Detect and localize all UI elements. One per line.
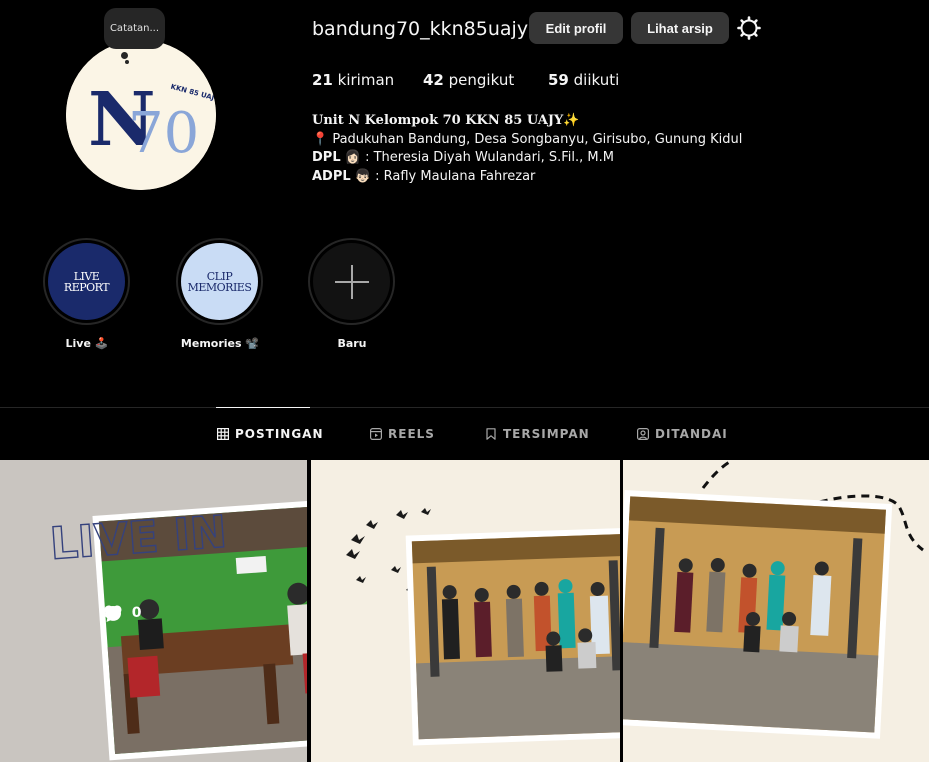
dpl-label: DPL xyxy=(312,150,341,165)
bio-location: Padukuhan Bandung, Desa Songbanyu, Giris… xyxy=(332,131,743,147)
posts-label: kiriman xyxy=(337,71,395,89)
tab-tagged[interactable]: DITANDAI xyxy=(637,427,728,441)
memories-line1: CLIP xyxy=(206,269,233,283)
comments-stat: 0 xyxy=(105,605,142,622)
tab-label: TERSIMPAN xyxy=(503,427,590,441)
highlight-ring: CLIP MEMORIES xyxy=(176,238,263,325)
highlight-label: Live 🕹️ xyxy=(65,337,109,350)
note-dot-small xyxy=(125,60,129,64)
tab-label: DITANDAI xyxy=(655,427,728,441)
note-dot xyxy=(121,52,128,59)
following-stat[interactable]: 59 diikuti xyxy=(548,71,619,89)
tab-saved[interactable]: TERSIMPAN xyxy=(485,427,590,441)
gear-icon[interactable] xyxy=(737,16,761,40)
sparkle-emoji: ✨ xyxy=(563,113,580,128)
tab-label: REELS xyxy=(388,427,435,441)
comment-icon xyxy=(105,606,121,622)
highlight-live[interactable]: LIVE REPORT Live 🕹️ xyxy=(43,238,131,350)
post-image: LIVE IN xyxy=(0,460,307,762)
tab-reels[interactable]: REELS xyxy=(370,427,435,441)
followers-count: 42 xyxy=(423,71,444,89)
posts-grid: LIVE IN 3 0 xyxy=(0,460,929,762)
dpl-name: : Theresia Diyah Wulandari, S.Fil., M.M xyxy=(365,150,614,165)
view-archive-button[interactable]: Lihat arsip xyxy=(631,12,729,44)
highlight-label: Memories 📽️ xyxy=(180,337,260,350)
bookmark-icon xyxy=(486,428,496,440)
grid-icon xyxy=(217,428,229,440)
adpl-emoji: 👦🏻 xyxy=(354,168,371,184)
tabs-divider xyxy=(0,407,929,408)
bio-dpl-line: DPL 👩🏻 : Theresia Diyah Wulandari, S.Fil… xyxy=(312,149,742,168)
followers-label: pengikut xyxy=(448,71,515,89)
bio-adpl-line: ADPL 👦🏻 : Rafly Maulana Fahrezar xyxy=(312,168,742,187)
plus-icon xyxy=(313,243,390,320)
posts-count: 21 xyxy=(312,71,333,89)
bio-location-line: 📍 Padukuhan Bandung, Desa Songbanyu, Gir… xyxy=(312,131,742,150)
followers-stat[interactable]: 42 pengikut xyxy=(423,71,514,89)
live-line2: REPORT xyxy=(63,280,110,294)
post-image xyxy=(623,460,929,762)
note-text: Catatan... xyxy=(104,8,165,49)
profile-bio: Unit N Kelompok 70 KKN 85 UAJY✨ 📍 Paduku… xyxy=(312,112,742,186)
reels-icon xyxy=(370,428,382,440)
adpl-label: ADPL xyxy=(312,168,351,184)
memories-line2: MEMORIES xyxy=(187,280,252,294)
highlight-new[interactable]: Baru xyxy=(308,238,396,350)
post-thumbnail[interactable] xyxy=(623,460,929,762)
note-bubble[interactable]: Catatan... xyxy=(104,8,165,64)
highlight-label: Baru xyxy=(337,337,367,350)
post-thumbnail[interactable]: LIVE IN 3 0 xyxy=(0,460,307,762)
post-image xyxy=(311,460,620,762)
live-line1: LIVE xyxy=(73,269,100,283)
bio-title-line: Unit N Kelompok 70 KKN 85 UAJY✨ xyxy=(312,112,742,131)
dpl-emoji: 👩🏻 xyxy=(344,150,361,165)
highlight-cover: LIVE REPORT xyxy=(48,243,125,320)
tab-label: POSTINGAN xyxy=(235,427,324,441)
following-count: 59 xyxy=(548,71,569,89)
active-tab-indicator xyxy=(216,407,310,408)
highlight-memories[interactable]: CLIP MEMORIES Memories 📽️ xyxy=(176,238,264,350)
highlight-cover: CLIP MEMORIES xyxy=(181,243,258,320)
post-hover-stats: 3 0 xyxy=(104,605,142,622)
post-thumbnail[interactable] xyxy=(311,460,620,762)
bio-title: Unit N Kelompok 70 KKN 85 UAJY xyxy=(312,113,564,128)
posts-stat: 21 kiriman xyxy=(312,71,394,89)
edit-profile-button[interactable]: Edit profil xyxy=(529,12,623,44)
tagged-icon xyxy=(637,428,649,440)
avatar[interactable]: N 70 KKN 85 UAJY xyxy=(66,40,216,190)
avatar-logo: N 70 KKN 85 UAJY xyxy=(66,40,216,190)
following-label: diikuti xyxy=(573,71,620,89)
tab-posts[interactable]: POSTINGAN xyxy=(217,427,324,441)
pin-emoji: 📍 xyxy=(312,131,329,147)
adpl-name: : Rafly Maulana Fahrezar xyxy=(375,168,536,184)
highlight-ring xyxy=(308,238,395,325)
username: bandung70_kkn85uajy xyxy=(312,18,529,40)
avatar-number: 70 xyxy=(128,101,199,166)
profile-avatar[interactable]: N 70 KKN 85 UAJY xyxy=(66,40,216,190)
highlight-ring: LIVE REPORT xyxy=(43,238,130,325)
comments-count: 0 xyxy=(131,605,142,621)
